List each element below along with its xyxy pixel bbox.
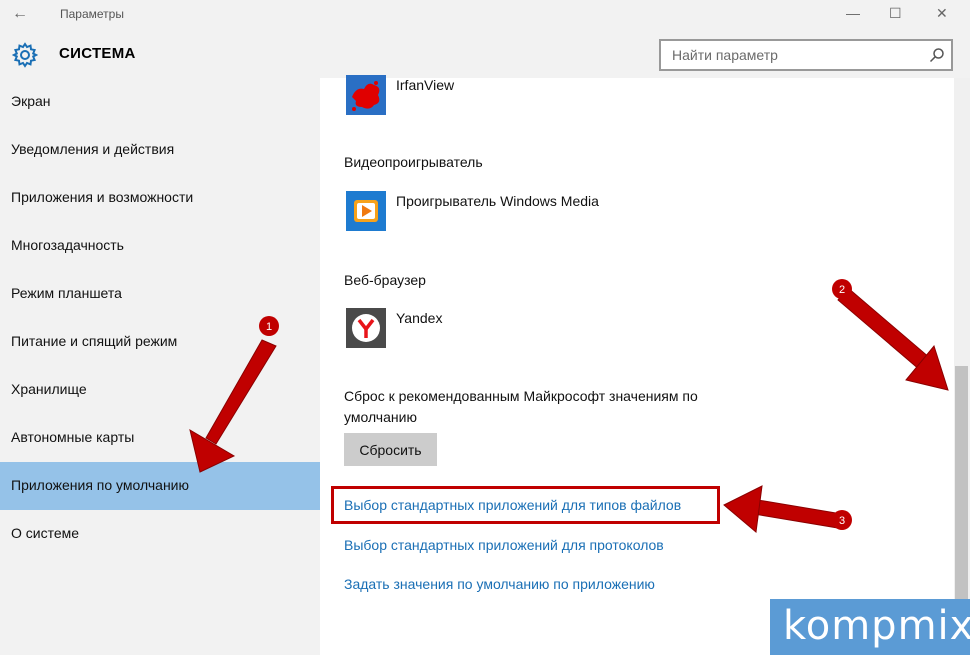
arrow-2 [837,287,949,391]
badge-3-label: 3 [839,515,845,527]
badge-3: 3 [832,510,852,530]
badge-1-label: 1 [266,321,272,333]
annotation-overlay: 1 2 3 [189,279,949,533]
watermark-text: kompmix [783,603,970,649]
arrow-3 [723,485,843,533]
arrow-1 [189,339,277,473]
watermark: kompmix [770,599,970,655]
badge-1: 1 [259,316,279,336]
badge-2: 2 [832,279,852,299]
badge-2-label: 2 [839,284,845,296]
